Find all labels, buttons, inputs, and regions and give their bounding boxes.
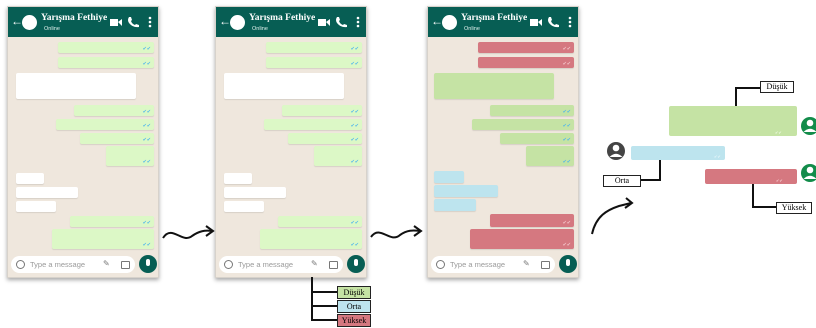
svg-text:✔✔: ✔✔ (714, 154, 721, 159)
label-low: Düşük (760, 81, 794, 93)
curved-arrow-icon (370, 229, 421, 239)
detail-medium-bubble (631, 146, 725, 160)
label-medium: Orta (603, 175, 641, 187)
user-icon (801, 164, 816, 182)
label-high: Yüksek (776, 202, 812, 214)
diagram-overlay: ✔✔ ✔✔ ✔✔ (162, 87, 816, 321)
user-icon (801, 117, 816, 135)
curved-arrow-icon (162, 229, 213, 239)
svg-text:✔✔: ✔✔ (776, 178, 783, 183)
legend-high: Yüksek (337, 314, 371, 327)
detail-high-bubble (705, 169, 797, 184)
svg-text:✔✔: ✔✔ (775, 130, 782, 135)
user-icon (607, 142, 625, 160)
legend-low: Düşük (337, 286, 371, 299)
legend-medium: Orta (337, 300, 371, 313)
